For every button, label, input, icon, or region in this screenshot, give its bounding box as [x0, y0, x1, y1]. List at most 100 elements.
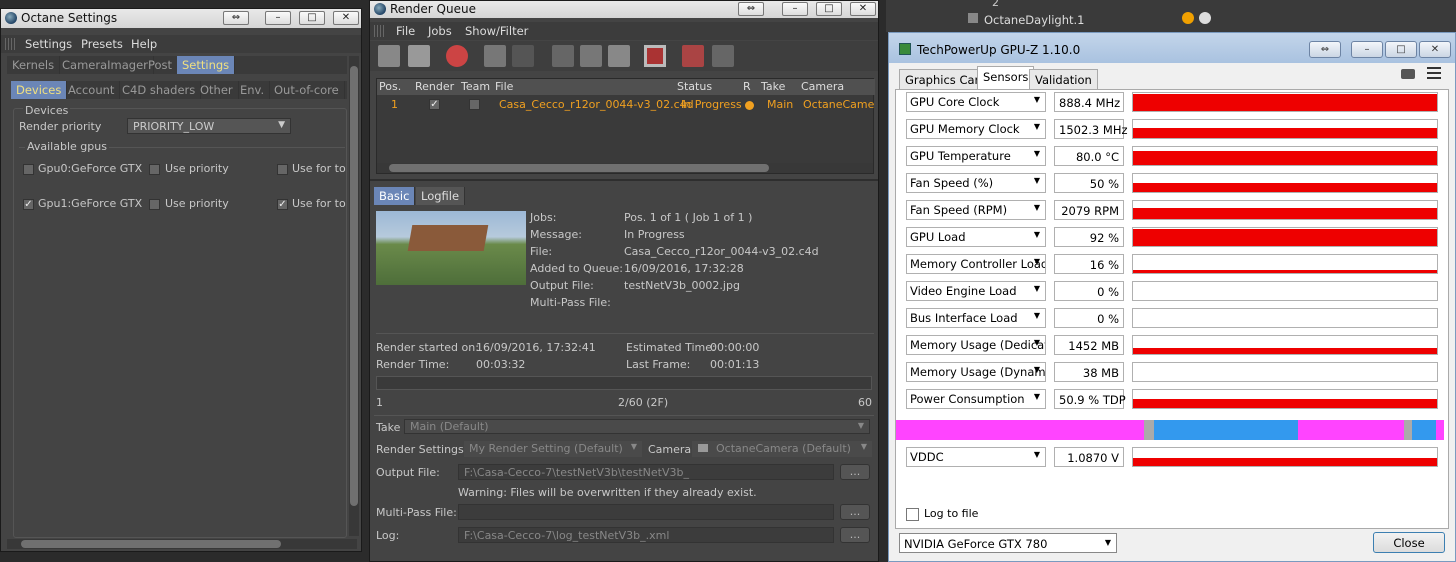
render-settings-icon[interactable] — [484, 45, 506, 67]
add-file-icon[interactable] — [408, 45, 430, 67]
table-row[interactable]: 1 ✓ Casa_Cecco_r12or_0044-v3_02.c4d In P… — [377, 96, 875, 114]
restore-arrows-button[interactable]: ⇔ — [1309, 41, 1341, 58]
col-take[interactable]: Take — [761, 80, 785, 93]
octane-vertical-scrollbar[interactable] — [349, 56, 359, 536]
sensor-name-dropdown[interactable]: GPU Load ▼ — [906, 227, 1046, 247]
list-delete-icon[interactable] — [580, 45, 602, 67]
gpu1-use-for-checkbox[interactable]: ✓ — [277, 199, 288, 210]
tab-validation[interactable]: Validation — [1029, 69, 1098, 89]
menu-file[interactable]: File — [396, 24, 415, 38]
maximize-button[interactable]: □ — [299, 11, 325, 25]
gear-tag-icon[interactable] — [1199, 12, 1211, 24]
col-camera[interactable]: Camera — [801, 80, 844, 93]
col-render[interactable]: Render — [415, 80, 454, 93]
col-file[interactable]: File — [495, 80, 513, 93]
row-render-checkbox[interactable]: ✓ — [429, 99, 440, 110]
output-browse-button[interactable]: ... — [840, 464, 870, 480]
sensor-name-dropdown[interactable]: Fan Speed (RPM) ▼ — [906, 200, 1046, 220]
render-priority-select[interactable]: PRIORITY_LOW ▼ — [127, 118, 291, 134]
table-hscrollbar[interactable] — [377, 163, 873, 173]
sensor-name-dropdown[interactable]: Memory Controller Load ▼ — [906, 254, 1046, 274]
sensor-name-dropdown[interactable]: Memory Usage (Dynamic) ▼ — [906, 362, 1046, 382]
multipass-browse-button[interactable]: ... — [840, 504, 870, 520]
sensor-name-dropdown[interactable]: GPU Temperature ▼ — [906, 146, 1046, 166]
close-button[interactable]: ✕ — [1419, 41, 1451, 58]
col-status[interactable]: Status — [677, 80, 712, 93]
minimize-button[interactable]: – — [1351, 41, 1383, 58]
tab-logfile[interactable]: Logfile — [416, 187, 466, 205]
render-settings-select[interactable]: My Render Setting (Default) ▼ — [464, 441, 642, 457]
tab-devices[interactable]: Devices — [11, 81, 68, 99]
log-browse-button[interactable]: ... — [840, 527, 870, 543]
restore-arrows-button[interactable]: ⇔ — [223, 11, 249, 25]
rq-splitter[interactable] — [370, 179, 878, 181]
gpuz-title-bar[interactable]: TechPowerUp GPU-Z 1.10.0 ⇔ – □ ✕ — [889, 33, 1455, 63]
col-team[interactable]: Team — [461, 80, 490, 93]
sensor-name-dropdown[interactable]: Memory Usage (Dedicated)▼ — [906, 335, 1046, 355]
tab-post[interactable]: Post — [143, 56, 179, 74]
list-icon[interactable] — [608, 45, 630, 67]
close-button[interactable]: ✕ — [850, 2, 876, 16]
sensor-name-dropdown[interactable]: Bus Interface Load ▼ — [906, 308, 1046, 328]
screenshot-camera-icon[interactable] — [1401, 69, 1415, 79]
octane-hscroll-thumb[interactable] — [21, 540, 281, 548]
gpu1-checkbox[interactable]: ✓ — [23, 199, 34, 210]
octane-horizontal-scrollbar[interactable] — [7, 539, 357, 549]
tab-kernels[interactable]: Kernels — [7, 56, 61, 74]
multipass-file-field[interactable] — [458, 504, 834, 520]
gpu1-use-priority-checkbox[interactable] — [149, 199, 160, 210]
clapper-icon[interactable] — [682, 45, 704, 67]
restore-arrows-button[interactable]: ⇔ — [738, 2, 764, 16]
sensor-name-dropdown[interactable]: Fan Speed (%) ▼ — [906, 173, 1046, 193]
render-start-icon[interactable] — [446, 45, 468, 67]
output-file-field[interactable]: F:\Casa-Cecco-7\testNetV3b\testNetV3b_ — [458, 464, 834, 480]
col-pos[interactable]: Pos. — [379, 80, 401, 93]
take-select[interactable]: Main (Default) ▼ — [404, 419, 870, 434]
stop-icon[interactable] — [644, 45, 666, 67]
row-team-checkbox[interactable] — [469, 99, 480, 110]
tab-basic[interactable]: Basic — [374, 187, 416, 205]
minimize-button[interactable]: – — [782, 2, 808, 16]
gpu0-use-for-checkbox[interactable] — [277, 164, 288, 175]
octane-vscroll-thumb[interactable] — [350, 66, 358, 506]
table-hscroll-thumb[interactable] — [389, 164, 769, 172]
tab-c4d-shaders[interactable]: C4D shaders — [117, 81, 202, 99]
close-dialog-button[interactable]: Close — [1373, 532, 1445, 553]
object-item-daylight[interactable]: OctaneDaylight.1 — [984, 13, 1084, 27]
menu-help[interactable]: Help — [131, 37, 157, 51]
sensor-name-vddc[interactable]: VDDC ▼ — [906, 447, 1046, 467]
sensor-name-dropdown[interactable]: Video Engine Load ▼ — [906, 281, 1046, 301]
menu-presets[interactable]: Presets — [81, 37, 123, 51]
menu-show-filter[interactable]: Show/Filter — [465, 24, 528, 38]
tab-sensors[interactable]: Sensors — [977, 66, 1035, 89]
menu-jobs[interactable]: Jobs — [428, 24, 452, 38]
tab-account[interactable]: Account — [63, 81, 121, 99]
maximize-button[interactable]: □ — [816, 2, 842, 16]
gpu-select[interactable]: NVIDIA GeForce GTX 780 ▼ — [899, 533, 1117, 553]
col-r[interactable]: R — [743, 80, 751, 93]
tab-env[interactable]: Env. — [235, 81, 271, 99]
sensor-name-dropdown[interactable]: GPU Core Clock ▼ — [906, 92, 1046, 112]
tab-settings[interactable]: Settings — [177, 56, 236, 74]
camera-icon[interactable] — [712, 45, 734, 67]
sensor-name-dropdown[interactable]: GPU Memory Clock ▼ — [906, 119, 1046, 139]
gpu0-use-priority-checkbox[interactable] — [149, 164, 160, 175]
object-item-2[interactable]: 2 — [992, 0, 999, 9]
sun-tag-icon[interactable] — [1182, 12, 1194, 24]
open-file-icon[interactable] — [378, 45, 400, 67]
gpu0-checkbox[interactable] — [23, 164, 34, 175]
log-to-file-checkbox[interactable] — [906, 508, 919, 521]
octane-title-bar[interactable]: Octane Settings ⇔ – □ ✕ — [1, 9, 361, 28]
menu-hamburger-icon[interactable] — [1427, 67, 1441, 79]
sensor-name-dropdown[interactable]: Power Consumption ▼ — [906, 389, 1046, 409]
maximize-button[interactable]: □ — [1385, 41, 1417, 58]
close-button[interactable]: ✕ — [333, 11, 359, 25]
tab-other[interactable]: Other — [195, 81, 239, 99]
delete-icon[interactable] — [552, 45, 574, 67]
rq-title-bar[interactable]: Render Queue ⇔ – □ ✕ — [370, 1, 878, 18]
tab-out-of-core[interactable]: Out-of-core — [269, 81, 345, 99]
minimize-button[interactable]: – — [265, 11, 291, 25]
camera-select[interactable]: OctaneCamera (Default) ▼ — [692, 441, 872, 457]
tab-cameraimager[interactable]: CameraImager — [57, 56, 154, 74]
log-file-field[interactable]: F:\Casa-Cecco-7\log_testNetV3b_.xml — [458, 527, 834, 543]
